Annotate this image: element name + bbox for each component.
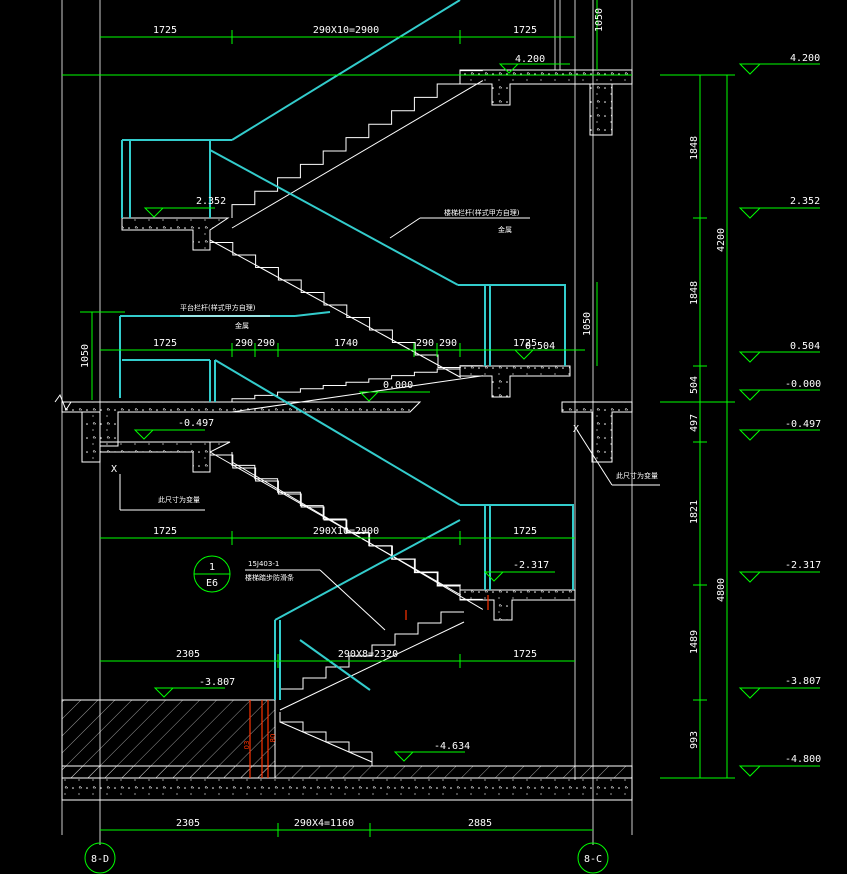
level-marker-3 <box>738 351 820 363</box>
elev-r-8: -4.800 <box>785 754 821 765</box>
detail-bubble-num: 1 <box>209 562 215 573</box>
elev-r-6: -2.317 <box>785 560 821 571</box>
flight-basement-down <box>279 712 372 753</box>
dim-low2-left: 2305 <box>176 649 200 660</box>
dim-top-mid: 290X10=2900 <box>313 25 379 36</box>
level-marker-6 <box>738 571 820 583</box>
stair-section-drawing: 1725 290X10=2900 1725 1725 290 290 1740 … <box>54 0 821 874</box>
note-size-right: 此尺寸为变量 <box>616 471 658 480</box>
flight-basement-down-soffit <box>279 721 373 763</box>
inner-level-marker-6 <box>483 571 555 582</box>
inner-level-marker-3 <box>358 391 430 402</box>
level-marker-7 <box>738 687 820 699</box>
note-rail-1b: 金属 <box>498 225 512 234</box>
elev-r-1: 4.200 <box>790 53 820 64</box>
level-marker-5 <box>738 429 820 441</box>
elev-lower-landing: -2.317 <box>513 560 549 571</box>
right-dim-6: 1489 <box>689 630 700 654</box>
dim-top-rail: 1050 <box>594 8 605 32</box>
flight-upper-up-soffit <box>231 80 484 229</box>
elev-top: 4.200 <box>515 54 545 65</box>
inner-level-marker-7 <box>153 687 225 698</box>
dim-top-left: 1725 <box>153 25 177 36</box>
right-dim-4: 497 <box>689 414 700 432</box>
dim-bottom-left: 2305 <box>176 818 200 829</box>
red-label-b: 80 <box>269 734 277 743</box>
x-mark-right: X <box>573 424 579 435</box>
note-rail-2b: 金属 <box>235 321 249 330</box>
red-label-a: 03 <box>243 741 251 750</box>
dim-lower-left: 1725 <box>153 526 177 537</box>
dim-low2-mid: 290X8=2320 <box>338 649 398 660</box>
dim-lower-mid: 290X10=2900 <box>313 526 379 537</box>
dim-bottom-right: 2885 <box>468 818 492 829</box>
elev-r-2: 2.352 <box>790 196 820 207</box>
axis-left-label: 8-D <box>91 854 109 865</box>
flight-upper-up <box>231 70 483 218</box>
detail-bubble-sheet: E6 <box>206 578 218 589</box>
note-size-left: 此尺寸为变量 <box>158 495 200 504</box>
note-rail-1: 楼梯栏杆(样式甲方自理) <box>444 208 520 217</box>
dim-left-rail: 1050 <box>80 344 91 368</box>
note-rail-2: 平台栏杆(样式甲方自理) <box>180 303 256 312</box>
stair-flights <box>209 70 484 766</box>
flight-mid <box>231 365 483 402</box>
elev-below: -0.497 <box>178 418 214 429</box>
right-total-1: 4200 <box>716 228 727 252</box>
dim-mid-f: 290 <box>439 338 457 349</box>
flight-basement-up-soffit <box>279 621 465 711</box>
dim-lower-right: 1725 <box>513 526 537 537</box>
dim-mid-c: 290 <box>257 338 275 349</box>
elev-landing-mid: 0.504 <box>525 341 555 352</box>
right-dim-1: 1848 <box>689 136 700 160</box>
right-dim-2: 1848 <box>689 281 700 305</box>
right-dim-5: 1821 <box>689 500 700 524</box>
note-detail-desc: 楼梯踏步防滑条 <box>245 573 294 582</box>
x-mark-left: X <box>111 464 117 475</box>
dim-bottom-mid: 290X4=1160 <box>294 818 354 829</box>
dim-top-right: 1725 <box>513 25 537 36</box>
right-dim-3: 504 <box>689 376 700 394</box>
dim-mid-e: 290 <box>416 338 434 349</box>
dim-right-rail: 1050 <box>582 312 593 336</box>
right-dim-7: 993 <box>689 731 700 749</box>
level-marker-1 <box>738 63 820 75</box>
axis-right-label: 8-C <box>584 854 602 865</box>
level-marker-8 <box>738 765 820 777</box>
level-markers <box>133 63 820 777</box>
inner-level-marker-2 <box>143 207 215 218</box>
right-total-2: 4800 <box>716 578 727 602</box>
dim-low2-right: 1725 <box>513 649 537 660</box>
inner-level-marker-8 <box>393 751 465 762</box>
elev-r-3: 0.504 <box>790 341 820 352</box>
level-marker-4 <box>738 389 820 401</box>
elev-r-4: -0.000 <box>785 379 821 390</box>
inner-level-marker-5 <box>133 429 205 440</box>
elev-bottom: -4.634 <box>434 741 470 752</box>
level-marker-2 <box>738 207 820 219</box>
elev-ground: 0.000 <box>383 380 413 391</box>
note-detail-ref: 15J403-1 <box>248 560 279 568</box>
dim-mid-d: 1740 <box>334 338 358 349</box>
dim-mid-b: 290 <box>235 338 253 349</box>
axis-bubbles <box>84 842 609 874</box>
elev-r-5: -0.497 <box>785 419 821 430</box>
elev-basement: -3.807 <box>199 677 235 688</box>
elev-r-7: -3.807 <box>785 676 821 687</box>
elev-landing-upper: 2.352 <box>196 196 226 207</box>
dim-mid-a: 1725 <box>153 338 177 349</box>
